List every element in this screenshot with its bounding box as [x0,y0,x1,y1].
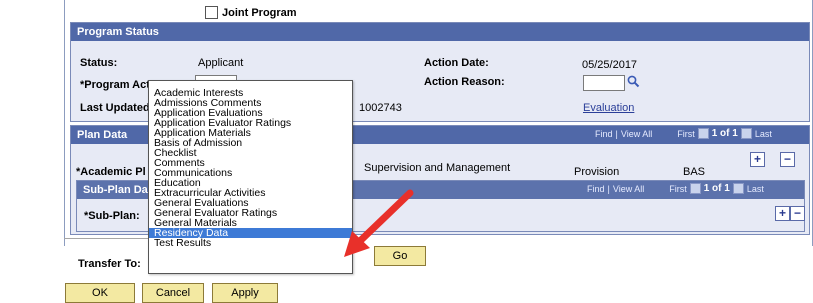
degree-value: BAS [683,166,706,178]
add-row-icon[interactable]: + [750,152,765,167]
evaluation-link[interactable]: Evaluation [583,102,634,114]
provision-value: Provision [574,166,620,178]
status-label: Status: [80,57,118,69]
next-arrow-icon[interactable] [732,183,744,194]
sub-first-link[interactable]: First [669,184,687,194]
joint-program[interactable]: Joint Program [205,6,297,19]
transfer-to-label: Transfer To: [78,258,141,270]
add-row-icon[interactable]: + [775,206,790,221]
apply-button[interactable]: Apply [212,283,278,303]
action-reason-label: Action Reason: [424,76,505,88]
academic-plan-label: *Academic Pl [76,166,146,178]
dropdown-option[interactable]: Test Results [149,238,352,249]
plan-data-nav: Find | View All First 1 of 1 Last [595,128,772,139]
plan-description: Supervision and Management [364,162,511,174]
nav-divider: | [615,128,618,139]
plan-last-link[interactable]: Last [755,129,772,139]
transfer-dropdown-list[interactable]: Academic Interests Admissions Comments A… [148,80,353,274]
previous-arrow-icon[interactable] [689,183,701,194]
ok-button[interactable]: OK [65,283,135,303]
ok-label: OK [92,287,108,299]
status-value: Applicant [198,57,244,69]
sub-last-link[interactable]: Last [747,184,764,194]
action-date-label: Action Date: [424,57,489,69]
updated-id: 1002743 [359,102,402,114]
sub-plan-label: *Sub-Plan: [84,210,140,222]
red-arrow-icon [344,189,414,257]
plan-view-all-link[interactable]: View All [621,129,652,139]
previous-arrow-icon[interactable] [697,128,709,139]
joint-program-label: Joint Program [222,6,297,19]
action-reason-field[interactable] [583,75,625,91]
apply-label: Apply [231,287,259,299]
lookup-search-icon[interactable] [627,75,640,88]
sub-count: 1 of 1 [703,183,730,194]
joint-program-checkbox[interactable] [205,6,218,19]
program-status-title: Program Status [77,26,159,38]
delete-row-icon[interactable]: − [790,206,805,221]
left-border [64,0,65,246]
plan-data-title: Plan Data [77,129,128,141]
action-date-value: 05/25/2017 [582,59,638,71]
program-status-header: Program Status [71,23,809,41]
delete-row-icon[interactable]: − [780,152,795,167]
plan-first-link[interactable]: First [677,129,695,139]
cancel-button[interactable]: Cancel [142,283,204,303]
sub-view-all-link[interactable]: View All [613,184,644,194]
plan-find-link[interactable]: Find [595,129,613,139]
plan-count: 1 of 1 [711,128,738,139]
next-arrow-icon[interactable] [740,128,752,139]
last-updated-label: Last Updated [80,102,150,114]
nav-divider: | [607,183,610,194]
cancel-label: Cancel [155,287,191,299]
sub-plan-title: Sub-Plan Da [83,184,148,196]
program-action-label: *Program Act [80,79,150,91]
sub-find-link[interactable]: Find [587,184,605,194]
sub-plan-nav: Find | View All First 1 of 1 Last [587,183,764,194]
